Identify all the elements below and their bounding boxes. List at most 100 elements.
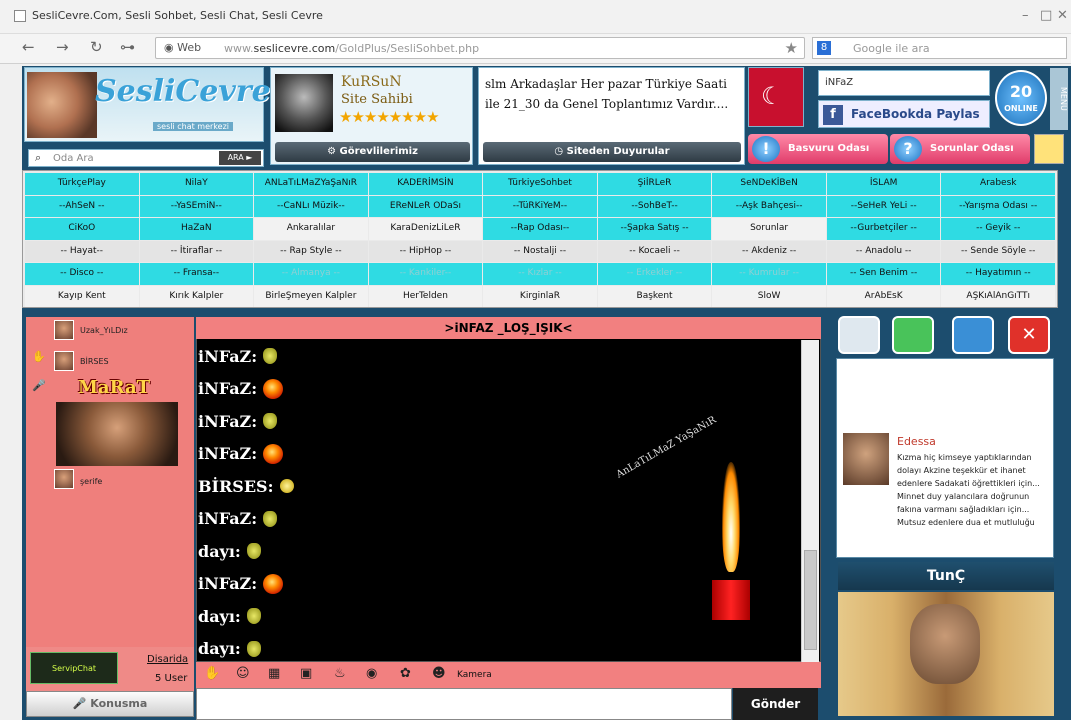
- tools-icon[interactable]: [1034, 134, 1064, 164]
- message-input[interactable]: [196, 688, 732, 720]
- room-item[interactable]: --SeHeR YeLi --: [826, 195, 941, 217]
- room-item[interactable]: Sorunlar: [712, 218, 826, 240]
- room-item[interactable]: TürkiyeSohbet: [483, 173, 597, 195]
- room-item[interactable]: --Aşk Bahçesi--: [712, 195, 826, 217]
- camera-icon[interactable]: ☻: [432, 666, 446, 681]
- room-item[interactable]: --TüRKiYeM--: [483, 195, 597, 217]
- message-nick[interactable]: iNFaZ:: [198, 347, 257, 366]
- talk-button[interactable]: 🎤 Konusma: [26, 691, 194, 717]
- send-button[interactable]: Gönder: [733, 688, 818, 720]
- room-item[interactable]: -- Geyik --: [941, 218, 1055, 240]
- room-item[interactable]: KaraDenizLiLeR: [368, 218, 483, 240]
- browser-search-box[interactable]: 8 Google ile ara: [812, 37, 1067, 59]
- room-item[interactable]: --CaNLı Müzik--: [254, 195, 368, 217]
- minimize-icon[interactable]: –: [1022, 8, 1029, 23]
- message-nick[interactable]: iNFaZ:: [198, 444, 257, 463]
- room-item[interactable]: -- Almanya --: [254, 263, 368, 285]
- room-item[interactable]: --SohBeT--: [597, 195, 712, 217]
- room-item[interactable]: SeNDeKİBeN: [712, 173, 826, 195]
- room-item[interactable]: EReNLeR ODaSı: [368, 195, 483, 217]
- room-item[interactable]: -- Kumrular --: [712, 263, 826, 285]
- room-item[interactable]: -- Kocaeli --: [597, 240, 712, 262]
- close-window-icon[interactable]: ✕: [1057, 8, 1068, 23]
- room-item[interactable]: BirleŞmeyen Kalpler: [254, 285, 368, 307]
- room-item[interactable]: KirginlaR: [483, 285, 597, 307]
- message-nick[interactable]: dayı:: [198, 542, 241, 561]
- message-nick[interactable]: BİRSES:: [198, 477, 274, 496]
- room-item[interactable]: -- Rap Style --: [254, 240, 368, 262]
- scrollbar-thumb[interactable]: [804, 550, 817, 650]
- room-item[interactable]: -- Sen Benim --: [826, 263, 941, 285]
- hand-raise-icon[interactable]: ✋: [204, 666, 220, 681]
- room-item[interactable]: ANLaTıLMaZYaŞaNıR: [254, 173, 368, 195]
- room-item[interactable]: -- Kankiler--: [368, 263, 483, 285]
- problems-room-button[interactable]: ? Sorunlar Odası: [890, 134, 1030, 164]
- key-icon[interactable]: ⊶: [120, 38, 135, 56]
- room-search-button[interactable]: ARA ►: [219, 151, 261, 165]
- room-item[interactable]: Kırık Kalpler: [139, 285, 254, 307]
- room-item[interactable]: KADERİMSİN: [368, 173, 483, 195]
- gift-icon[interactable]: ✿: [400, 666, 411, 681]
- user-name[interactable]: şerife: [80, 477, 102, 486]
- room-item[interactable]: HerTelden: [368, 285, 483, 307]
- facebook-share-button[interactable]: f FaceBookda Paylas: [818, 100, 990, 128]
- bookmark-star-icon[interactable]: ★: [785, 39, 798, 57]
- message-nick[interactable]: iNFaZ:: [198, 379, 257, 398]
- film-icon[interactable]: ▦: [268, 666, 280, 681]
- camera-label[interactable]: Kamera: [457, 670, 492, 680]
- room-item[interactable]: Arabesk: [941, 173, 1055, 195]
- room-item[interactable]: TürkçePlay: [25, 173, 139, 195]
- back-icon[interactable]: ←: [22, 38, 35, 56]
- tasks-button[interactable]: ⚙ Görevlilerimiz: [275, 142, 470, 162]
- room-item[interactable]: -- Sende Söyle --: [941, 240, 1055, 262]
- room-item[interactable]: -- Anadolu --: [826, 240, 941, 262]
- room-item[interactable]: -- Fransa--: [139, 263, 254, 285]
- reload-icon[interactable]: ↻: [90, 38, 103, 56]
- maximize-icon[interactable]: □: [1040, 8, 1052, 23]
- eye-icon[interactable]: ◉: [366, 666, 377, 681]
- room-item[interactable]: --Şapka Satış --: [597, 218, 712, 240]
- room-item[interactable]: --Yarışma Odası --: [941, 195, 1055, 217]
- room-item[interactable]: --Gurbetçiler --: [826, 218, 941, 240]
- refresh-icon[interactable]: [952, 316, 994, 354]
- forward-icon[interactable]: →: [56, 38, 69, 56]
- site-logo[interactable]: SesliCevre sesli chat merkezi: [24, 67, 271, 142]
- room-item[interactable]: --YaSEmiN--: [139, 195, 254, 217]
- message-nick[interactable]: iNFaZ:: [198, 509, 257, 528]
- side-menu-tab[interactable]: MENU: [1050, 68, 1068, 130]
- room-item[interactable]: CiKoO: [25, 218, 139, 240]
- message-nick[interactable]: iNFaZ:: [198, 574, 257, 593]
- room-item[interactable]: SloW: [712, 285, 826, 307]
- room-item[interactable]: Başkent: [597, 285, 712, 307]
- feed-user-name[interactable]: Edessa: [897, 435, 936, 448]
- address-bar[interactable]: ◉ Web www.seslicevre.com/GoldPlus/SesliS…: [155, 37, 805, 59]
- room-search-input[interactable]: Oda Ara: [53, 153, 94, 164]
- user-name[interactable]: Uzak_YıLDız: [80, 326, 128, 335]
- room-item[interactable]: NilaY: [139, 173, 254, 195]
- room-item[interactable]: -- Disco --: [25, 263, 139, 285]
- bell-icon[interactable]: ♨: [334, 666, 346, 681]
- room-item[interactable]: İSLAM: [826, 173, 941, 195]
- room-item[interactable]: -- Hayatımın --: [941, 263, 1055, 285]
- room-item[interactable]: -- Kızlar --: [483, 263, 597, 285]
- room-item[interactable]: --AhSeN --: [25, 195, 139, 217]
- room-item[interactable]: HaZaN: [139, 218, 254, 240]
- room-item[interactable]: -- Hayat--: [25, 240, 139, 262]
- message-nick[interactable]: iNFaZ:: [198, 412, 257, 431]
- room-item[interactable]: ArAbEsK: [826, 285, 941, 307]
- message-nick[interactable]: dayı:: [198, 607, 241, 626]
- room-item[interactable]: -- Erkekler --: [597, 263, 712, 285]
- room-item[interactable]: -- Akdeniz --: [712, 240, 826, 262]
- image-icon[interactable]: ▣: [300, 666, 312, 681]
- room-item[interactable]: -- İtiraflar --: [139, 240, 254, 262]
- room-item[interactable]: Kayıp Kent: [25, 285, 139, 307]
- chat-bubble-icon[interactable]: [892, 316, 934, 354]
- room-item[interactable]: --Rap Odası--: [483, 218, 597, 240]
- reception-room-button[interactable]: ! Basvuru Odası: [748, 134, 888, 164]
- room-item[interactable]: AŞKıAlAnGıTTı: [941, 285, 1055, 307]
- user-name[interactable]: BİRSES: [80, 357, 109, 366]
- emoticon-icon[interactable]: ☺: [236, 666, 250, 681]
- room-item[interactable]: -- Nostalji --: [483, 240, 597, 262]
- room-item[interactable]: Ankaralılar: [254, 218, 368, 240]
- room-item[interactable]: ŞiİRLeR: [597, 173, 712, 195]
